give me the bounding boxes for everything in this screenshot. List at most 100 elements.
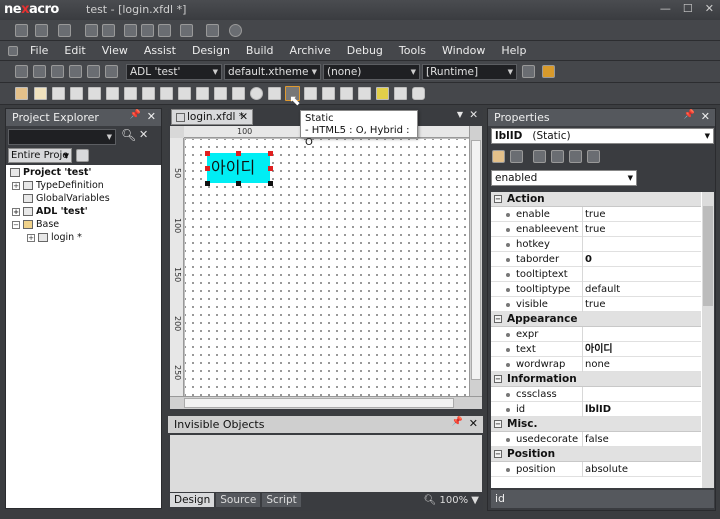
horizontal-scrollbar[interactable] bbox=[170, 396, 482, 409]
prop-row-id[interactable]: id lblID bbox=[491, 402, 701, 417]
prop-row-enableevent[interactable]: enableevent true bbox=[491, 222, 701, 237]
tab-tool-icon[interactable] bbox=[214, 87, 227, 100]
prop-row-tooltiptype[interactable]: tooltiptype default bbox=[491, 282, 701, 297]
property-filter-input[interactable]: enabled ▼ bbox=[491, 170, 637, 186]
calendar-tool-icon[interactable] bbox=[268, 87, 281, 100]
menu-tools[interactable]: Tools bbox=[391, 44, 434, 57]
print-icon[interactable] bbox=[180, 24, 193, 37]
div-tool-icon[interactable] bbox=[34, 87, 47, 100]
vertical-scrollbar[interactable] bbox=[469, 126, 482, 409]
resize-handle[interactable] bbox=[236, 181, 241, 186]
new-project-icon[interactable] bbox=[58, 24, 71, 37]
menu-debug[interactable]: Debug bbox=[339, 44, 391, 57]
tab-login-xfdl[interactable]: login.xfdl * ✕ bbox=[171, 109, 253, 125]
resize-handle[interactable] bbox=[205, 181, 210, 186]
prop-row-usedecorate[interactable]: usedecorate false bbox=[491, 432, 701, 447]
maximize-icon[interactable]: ☐ bbox=[683, 2, 693, 15]
group-misc[interactable]: − Misc. bbox=[491, 417, 701, 432]
clear-search-icon[interactable]: ✕ bbox=[139, 128, 148, 141]
paste-icon[interactable] bbox=[158, 24, 171, 37]
resize-handle[interactable] bbox=[268, 166, 273, 171]
tree-item-adl[interactable]: + ADL 'test' bbox=[12, 206, 88, 218]
scroll-thumb[interactable] bbox=[471, 140, 481, 380]
tab-list-icon[interactable]: ▼ bbox=[457, 110, 463, 119]
expand-icon[interactable]: + bbox=[12, 207, 20, 216]
checkbox-tool-icon[interactable] bbox=[106, 87, 119, 100]
group-position[interactable]: − Position bbox=[491, 447, 701, 462]
close-tab-icon[interactable]: ✕ bbox=[239, 111, 248, 123]
scope-select[interactable]: Entire Proje ▼ bbox=[8, 148, 72, 163]
close-panel-icon[interactable]: ✕ bbox=[701, 110, 710, 123]
minimize-icon[interactable]: — bbox=[660, 2, 671, 15]
resize-handle[interactable] bbox=[268, 151, 273, 156]
prop-row-cssclass[interactable]: cssclass bbox=[491, 387, 701, 402]
help-icon[interactable] bbox=[229, 24, 242, 37]
adl-select[interactable]: ADL 'test' ▼ bbox=[126, 64, 222, 80]
scroll-thumb[interactable] bbox=[703, 206, 713, 306]
expand-icon[interactable]: + bbox=[27, 233, 35, 242]
prop-row-enable[interactable]: enable true bbox=[491, 207, 701, 222]
zoom-control[interactable]: 🔍︎ 100% ▼ bbox=[424, 495, 479, 506]
image-tool-icon[interactable] bbox=[232, 87, 245, 100]
new-file-icon[interactable] bbox=[15, 24, 28, 37]
dataset-tool-icon[interactable] bbox=[412, 87, 425, 100]
explorer-options-icon[interactable] bbox=[76, 149, 89, 162]
events-icon[interactable] bbox=[569, 150, 582, 163]
group-appearance[interactable]: − Appearance bbox=[491, 312, 701, 327]
static-lblid[interactable]: 아이디 bbox=[207, 153, 270, 183]
resize-handle[interactable] bbox=[205, 151, 210, 156]
tab-design[interactable]: Design bbox=[170, 493, 215, 507]
prop-row-visible[interactable]: visible true bbox=[491, 297, 701, 312]
textarea-tool-icon[interactable] bbox=[142, 87, 155, 100]
open-file-icon[interactable] bbox=[35, 24, 48, 37]
resize-handle[interactable] bbox=[236, 151, 241, 156]
tree-item-typedefinition[interactable]: + TypeDefinition bbox=[12, 180, 104, 192]
combo-tool-icon[interactable] bbox=[70, 87, 83, 100]
select-tool-icon[interactable] bbox=[15, 87, 28, 100]
list-tool-icon[interactable] bbox=[178, 87, 191, 100]
edit-tool-icon[interactable] bbox=[88, 87, 101, 100]
pin-icon[interactable]: 📌 bbox=[130, 110, 141, 120]
prop-row-tooltiptext[interactable]: tooltiptext bbox=[491, 267, 701, 282]
radio-tool-icon[interactable] bbox=[250, 87, 263, 100]
menu-help[interactable]: Help bbox=[493, 44, 534, 57]
runtime-select[interactable]: [Runtime] ▼ bbox=[422, 64, 517, 80]
tree-item-base[interactable]: − Base bbox=[12, 219, 59, 231]
save-icon[interactable] bbox=[85, 24, 98, 37]
close-panel-icon[interactable]: ✕ bbox=[147, 110, 156, 123]
tab-source[interactable]: Source bbox=[216, 493, 261, 507]
build-icon[interactable] bbox=[51, 65, 64, 78]
tab-script[interactable]: Script bbox=[262, 493, 301, 507]
resize-handle[interactable] bbox=[205, 166, 210, 171]
launch-icon[interactable] bbox=[542, 65, 555, 78]
theme-select[interactable]: default.xtheme ▼ bbox=[224, 64, 321, 80]
settings-icon[interactable] bbox=[206, 24, 219, 37]
close-editor-icon[interactable]: ✕ bbox=[469, 109, 478, 121]
prop-row-text[interactable]: text 아이디 bbox=[491, 342, 701, 357]
prop-row-expr[interactable]: expr bbox=[491, 327, 701, 342]
scroll-thumb[interactable] bbox=[184, 398, 454, 408]
web-tool-icon[interactable] bbox=[340, 87, 353, 100]
pin-icon[interactable]: 📌 bbox=[684, 110, 695, 120]
prop-row-taborder[interactable]: taborder 0 bbox=[491, 252, 701, 267]
close-icon[interactable]: ✕ bbox=[705, 2, 714, 15]
resize-handle[interactable] bbox=[268, 181, 273, 186]
explorer-search-input[interactable]: ▼ bbox=[8, 129, 116, 145]
groupbox-tool-icon[interactable] bbox=[376, 87, 389, 100]
categorized-icon[interactable] bbox=[492, 150, 505, 163]
menu-file[interactable]: File bbox=[22, 44, 56, 57]
menu-view[interactable]: View bbox=[94, 44, 136, 57]
binding-icon[interactable] bbox=[587, 150, 600, 163]
prop-row-hotkey[interactable]: hotkey bbox=[491, 237, 701, 252]
object-selector[interactable]: lblID (Static) ▼ bbox=[491, 128, 714, 144]
group-action[interactable]: − Action bbox=[491, 192, 701, 207]
menu-window[interactable]: Window bbox=[434, 44, 493, 57]
plugin-tool-icon[interactable] bbox=[394, 87, 407, 100]
generate-icon[interactable] bbox=[15, 65, 28, 78]
copy-icon[interactable] bbox=[141, 24, 154, 37]
close-panel-icon[interactable]: ✕ bbox=[469, 417, 478, 430]
invisible-objects-area[interactable] bbox=[170, 435, 482, 492]
tree-item-project[interactable]: Project 'test' bbox=[10, 167, 91, 179]
style-icon[interactable] bbox=[551, 150, 564, 163]
table-tool-icon[interactable] bbox=[304, 87, 317, 100]
